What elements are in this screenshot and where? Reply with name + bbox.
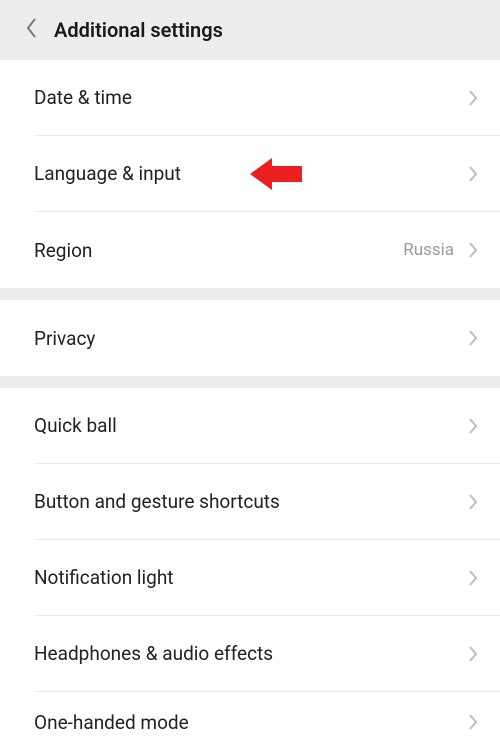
settings-group-privacy: Privacy: [0, 300, 500, 376]
chevron-right-icon: [468, 165, 478, 183]
chevron-right-icon: [468, 329, 478, 347]
row-privacy[interactable]: Privacy: [34, 300, 500, 376]
row-date-time[interactable]: Date & time: [34, 60, 500, 136]
chevron-right-icon: [468, 417, 478, 435]
header: Additional settings: [0, 0, 500, 60]
row-notification-light[interactable]: Notification light: [34, 540, 500, 616]
back-button[interactable]: [18, 16, 46, 44]
row-label: Notification light: [34, 566, 174, 589]
chevron-right-icon: [468, 241, 478, 259]
row-headphones-audio-effects[interactable]: Headphones & audio effects: [34, 616, 500, 692]
settings-group-general: Date & time Language & input Region Russ…: [0, 60, 500, 288]
row-label: Button and gesture shortcuts: [34, 490, 280, 513]
row-label: Privacy: [34, 327, 95, 350]
row-value: Russia: [403, 240, 454, 260]
row-quick-ball[interactable]: Quick ball: [34, 388, 500, 464]
settings-group-other: Quick ball Button and gesture shortcuts …: [0, 388, 500, 752]
chevron-right-icon: [468, 569, 478, 587]
section-gap: [0, 288, 500, 300]
row-label: Quick ball: [34, 414, 117, 437]
row-label: Language & input: [34, 162, 181, 185]
row-button-gesture-shortcuts[interactable]: Button and gesture shortcuts: [34, 464, 500, 540]
chevron-right-icon: [468, 645, 478, 663]
annotation-arrow-icon: [250, 154, 302, 194]
row-region[interactable]: Region Russia: [34, 212, 500, 288]
row-one-handed-mode[interactable]: One-handed mode: [34, 692, 500, 752]
chevron-right-icon: [468, 713, 478, 731]
chevron-left-icon: [25, 17, 39, 43]
row-label: Headphones & audio effects: [34, 642, 273, 665]
chevron-right-icon: [468, 89, 478, 107]
row-label: Date & time: [34, 86, 132, 109]
row-label: Region: [34, 239, 92, 262]
row-label: One-handed mode: [34, 711, 189, 734]
chevron-right-icon: [468, 493, 478, 511]
arrow-shape: [250, 158, 302, 190]
page-title: Additional settings: [54, 18, 223, 42]
row-language-input[interactable]: Language & input: [34, 136, 500, 212]
section-gap: [0, 376, 500, 388]
